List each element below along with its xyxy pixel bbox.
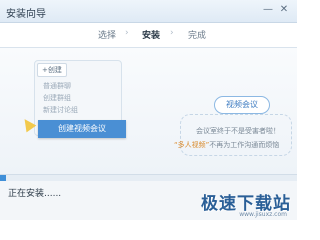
window-title: 安装向导 <box>6 9 46 20</box>
step-finish: 完成 <box>188 31 207 41</box>
minimize-button[interactable]: — <box>261 3 275 17</box>
step-separator-icon: › <box>170 28 174 38</box>
step-separator-icon: › <box>125 28 129 38</box>
close-button[interactable]: ✕ <box>277 3 291 17</box>
mock-menu-item: 新建讨论组 <box>43 106 78 114</box>
tip-text-1: 会议室终于不是受害者啦！ <box>196 127 280 135</box>
watermark-url: www.jisuxz.com <box>239 211 287 218</box>
step-install: 安装 <box>142 31 161 41</box>
progress-bar <box>0 174 297 181</box>
title-bar: 安装向导 — ✕ <box>0 0 297 23</box>
mock-menu-item: 创建群组 <box>43 94 71 102</box>
feature-illustration: +创建 普通群聊 创建群组 新建讨论组 创建视频会议 视频会议 会议室终于不是受… <box>0 48 297 174</box>
status-text: 正在安装...... <box>8 189 62 199</box>
step-select: 选择 <box>98 31 117 41</box>
tip-emphasis: “多人视频” <box>174 141 210 149</box>
tip-rest: 不再为工作沟通而烦恼 <box>209 141 280 149</box>
video-meeting-bubble: 视频会议 <box>214 96 270 114</box>
installer-window: 安装向导 — ✕ 选择 › 安装 › 完成 +创建 普通群聊 创建群组 新建讨论… <box>0 0 297 220</box>
highlighted-menu-item: 创建视频会议 <box>38 120 126 138</box>
mock-menu-item: 普通群聊 <box>43 82 71 90</box>
footer: 正在安装...... 极速下载站 www.jisuxz.com <box>0 181 297 220</box>
mock-create-tag: +创建 <box>37 63 67 77</box>
tip-text-2: “多人视频”不再为工作沟通而烦恼 <box>174 140 279 150</box>
step-indicator: 选择 › 安装 › 完成 <box>0 23 297 48</box>
